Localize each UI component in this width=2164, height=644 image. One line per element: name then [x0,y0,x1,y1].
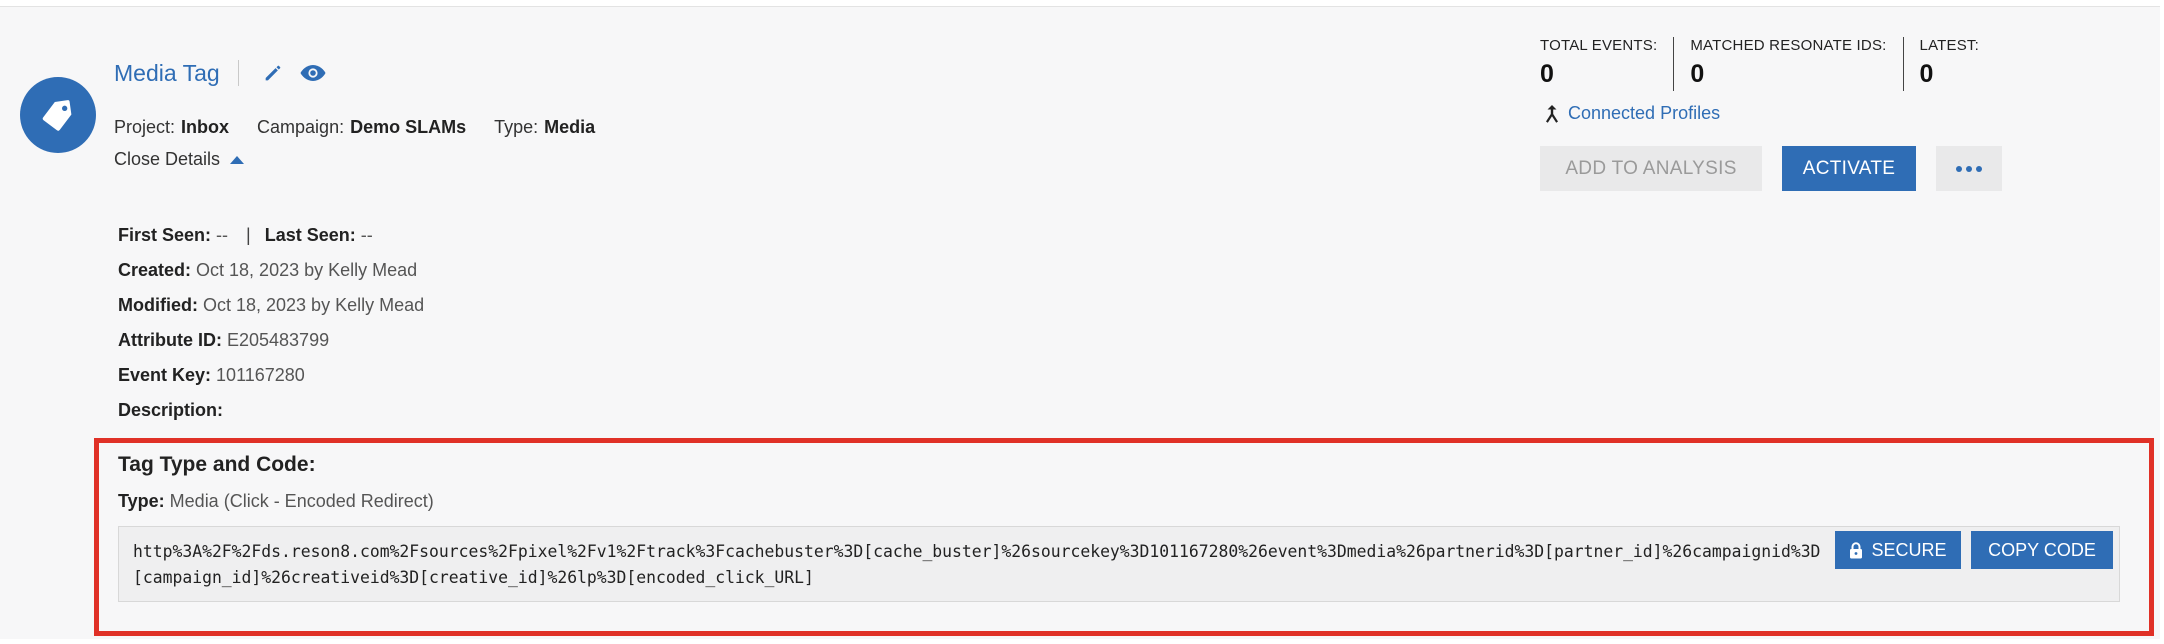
event-key-label: Event Key: [118,365,212,385]
meta-value: Demo SLAMs [350,117,467,137]
meta-label: Project: [114,117,176,137]
attribute-id-value: E205483799 [226,330,330,350]
meta-project: Project: Inbox [114,117,229,138]
meta-value: Inbox [181,117,230,137]
meta-campaign: Campaign: Demo SLAMs [257,117,466,138]
attribute-id-row: Attribute ID: E205483799 [118,328,424,363]
stat-total-events: TOTAL EVENTS: 0 [1540,37,1675,91]
description-label: Description: [118,400,224,420]
meta-label: Campaign: [257,117,345,137]
stat-label: MATCHED RESONATE IDS: [1690,37,1887,54]
description-row: Description: [118,398,424,433]
more-options-button[interactable] [1936,146,2002,191]
stat-latest: LATEST: 0 [1920,37,1995,91]
close-details-label: Close Details [114,149,221,169]
ellipsis-icon [1966,165,1972,172]
stat-label: TOTAL EVENTS: [1540,37,1658,54]
modified-value: Oct 18, 2023 by Kelly Mead [202,295,425,315]
eye-icon[interactable] [297,57,329,89]
ellipsis-icon [1956,165,1962,172]
stat-label: LATEST: [1919,37,1980,54]
last-seen-label: Last Seen: [264,225,356,245]
connected-profiles-label: Connected Profiles [1568,103,1721,123]
stat-value: 0 [1540,60,1554,88]
last-seen-value: -- [360,225,373,245]
modified-label: Modified: [118,295,198,315]
stats-bar: TOTAL EVENTS: 0 MATCHED RESONATE IDS: 0 … [1540,37,2011,91]
modified-row: Modified: Oct 18, 2023 by Kelly Mead [118,293,424,328]
seen-separator: | [246,225,251,245]
created-label: Created: [118,260,192,280]
close-details-toggle[interactable]: Close Details [114,149,245,170]
event-key-row: Event Key: 101167280 [118,363,424,398]
created-row: Created: Oct 18, 2023 by Kelly Mead [118,258,424,293]
activate-button[interactable]: ACTIVATE [1782,146,1916,191]
merge-arrow-icon [1546,104,1558,123]
tag-icon [20,77,96,153]
event-key-value: 101167280 [216,365,305,385]
add-to-analysis-button[interactable]: ADD TO ANALYSIS [1540,146,1762,191]
meta-value: Media [544,117,596,137]
caret-up-icon [230,155,245,164]
ellipsis-icon [1976,165,1982,172]
meta-type: Type: Media [494,117,595,138]
pencil-icon[interactable] [257,57,289,89]
connected-profiles-link[interactable]: Connected Profiles [1544,103,1720,124]
stat-matched-ids: MATCHED RESONATE IDS: 0 [1690,37,1904,91]
first-seen-value: -- [216,225,229,245]
first-seen-label: First Seen: [118,225,212,245]
details-list: First Seen: -- | Last Seen: -- Created: Oct 1… [118,223,424,433]
title-row: Media Tag [114,57,337,89]
attribute-id-label: Attribute ID: [118,330,222,350]
stat-value: 0 [1690,60,1705,88]
title-divider [237,60,239,86]
created-value: Oct 18, 2023 by Kelly Mead [196,260,418,280]
highlight-box [94,438,2154,636]
meta-label: Type: [494,117,539,137]
tag-meta: Project: Inbox Campaign: Demo SLAMs Type: M… [114,117,623,138]
stat-value: 0 [1919,60,1934,88]
page-title: Media Tag [114,59,220,86]
seen-row: First Seen: -- | Last Seen: -- [118,223,424,258]
